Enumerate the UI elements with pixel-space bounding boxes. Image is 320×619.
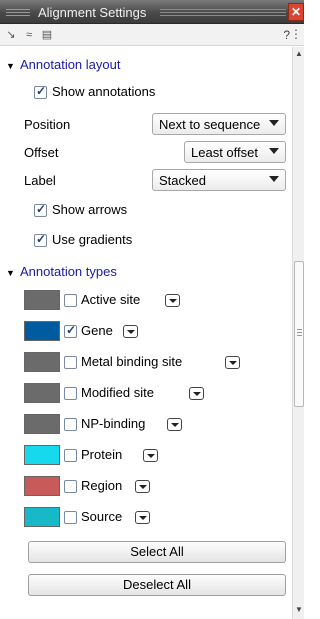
annotation-type-label: NP-binding bbox=[81, 416, 146, 431]
annotation-type-label: Modified site bbox=[81, 385, 154, 400]
annotation-type-checkbox[interactable] bbox=[64, 511, 77, 524]
window-title: Alignment Settings bbox=[38, 5, 147, 20]
annotation-type-dropdown-icon[interactable] bbox=[225, 356, 240, 369]
annotation-type-checkbox[interactable] bbox=[64, 387, 77, 400]
offset-label: Offset bbox=[24, 145, 59, 160]
annotation-type-checkbox[interactable] bbox=[64, 356, 77, 369]
collapse-triangle-icon[interactable]: ▼ bbox=[6, 268, 16, 278]
title-bar[interactable]: Alignment Settings ✕ bbox=[0, 0, 304, 24]
annotation-type-dropdown-icon[interactable] bbox=[167, 418, 182, 431]
color-swatch[interactable] bbox=[24, 445, 60, 465]
position-value: Next to sequence bbox=[159, 117, 261, 132]
label-value: Stacked bbox=[159, 173, 206, 188]
scroll-down-icon[interactable]: ▼ bbox=[295, 605, 303, 614]
color-swatch[interactable] bbox=[24, 352, 60, 372]
annotation-type-checkbox[interactable] bbox=[64, 323, 77, 338]
color-swatch[interactable] bbox=[24, 507, 60, 527]
section-annotation-layout[interactable]: ▼ Annotation layout bbox=[6, 57, 120, 72]
chevron-down-icon bbox=[269, 148, 279, 154]
wave-icon[interactable]: ≈ bbox=[22, 28, 36, 42]
section-title: Annotation layout bbox=[20, 57, 121, 72]
color-swatch[interactable] bbox=[24, 414, 60, 434]
section-title: Annotation types bbox=[20, 264, 117, 279]
annotation-type-checkbox[interactable] bbox=[64, 480, 77, 493]
color-swatch[interactable] bbox=[24, 476, 60, 496]
annotation-type-label: Protein bbox=[81, 447, 123, 462]
annotation-type-label: Gene bbox=[81, 323, 113, 338]
annotation-type-label: Region bbox=[81, 478, 123, 493]
annotation-type-checkbox[interactable] bbox=[64, 294, 77, 307]
deselect-all-button[interactable]: Deselect All bbox=[28, 574, 286, 596]
pointer-icon[interactable]: ↘ bbox=[4, 28, 18, 42]
vertical-scrollbar[interactable]: ▲ ▼ bbox=[292, 47, 304, 619]
annotation-type-dropdown-icon[interactable] bbox=[123, 325, 138, 338]
offset-value: Least offset bbox=[191, 145, 258, 160]
select-all-button[interactable]: Select All bbox=[28, 541, 286, 563]
color-swatch[interactable] bbox=[24, 321, 60, 341]
list-icon[interactable]: ▤ bbox=[40, 28, 54, 42]
use-gradients-checkbox[interactable] bbox=[34, 232, 47, 247]
section-annotation-types[interactable]: ▼ Annotation types bbox=[6, 264, 117, 279]
annotation-type-checkbox[interactable] bbox=[64, 418, 77, 431]
toolbar: ↘ ≈ ▤ ? ⋮ bbox=[0, 24, 304, 46]
position-label: Position bbox=[24, 117, 71, 132]
chevron-down-icon bbox=[269, 176, 279, 182]
color-swatch[interactable] bbox=[24, 383, 60, 403]
show-arrows-checkbox[interactable] bbox=[34, 202, 47, 217]
close-button[interactable]: ✕ bbox=[288, 3, 304, 21]
offset-select[interactable]: Least offset bbox=[184, 141, 286, 163]
annotation-type-checkbox[interactable] bbox=[64, 449, 77, 462]
scrollbar-thumb[interactable] bbox=[294, 261, 304, 407]
color-swatch[interactable] bbox=[24, 290, 60, 310]
help-icon[interactable]: ? bbox=[283, 28, 290, 42]
use-gradients-label: Use gradients bbox=[52, 232, 133, 247]
show-annotations-checkbox[interactable] bbox=[34, 84, 47, 99]
annotation-type-dropdown-icon[interactable] bbox=[189, 387, 204, 400]
show-arrows-label: Show arrows bbox=[52, 202, 128, 217]
collapse-triangle-icon[interactable]: ▼ bbox=[6, 61, 16, 71]
annotation-type-dropdown-icon[interactable] bbox=[143, 449, 158, 462]
show-annotations-label: Show annotations bbox=[52, 84, 156, 99]
drag-grip-right[interactable] bbox=[160, 8, 286, 16]
annotation-type-dropdown-icon[interactable] bbox=[135, 511, 150, 524]
label-select[interactable]: Stacked bbox=[152, 169, 286, 191]
annotation-type-label: Active site bbox=[81, 292, 141, 307]
scroll-up-icon[interactable]: ▲ bbox=[295, 49, 303, 58]
annotation-type-label: Source bbox=[81, 509, 123, 524]
drag-grip[interactable] bbox=[6, 8, 30, 16]
chevron-down-icon bbox=[269, 120, 279, 126]
settings-panel: ▼ Annotation layout Show annotations Posi… bbox=[0, 47, 292, 619]
annotation-type-dropdown-icon[interactable] bbox=[165, 294, 180, 307]
annotation-type-dropdown-icon[interactable] bbox=[135, 480, 150, 493]
annotation-type-label: Metal binding site bbox=[81, 354, 183, 369]
label-label: Label bbox=[24, 173, 56, 188]
more-icon[interactable]: ⋮ bbox=[290, 27, 302, 41]
position-select[interactable]: Next to sequence bbox=[152, 113, 286, 135]
